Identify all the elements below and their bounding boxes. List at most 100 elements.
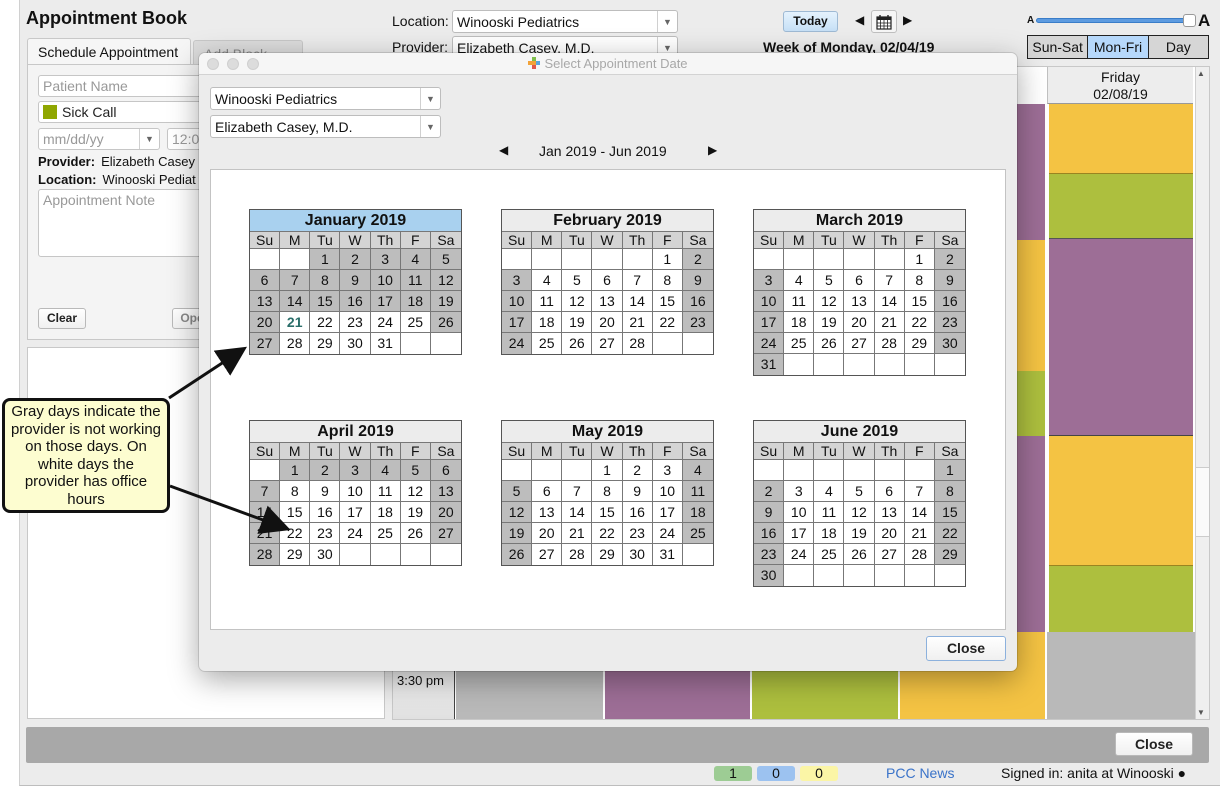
day-cell-available[interactable]: 30 [340,333,371,354]
day-cell-available[interactable]: 6 [592,270,623,291]
day-cell-available[interactable]: 20 [592,312,623,333]
day-cell-unavailable[interactable]: 29 [934,544,965,565]
dialog-close-button[interactable]: Close [926,636,1006,661]
day-cell-unavailable[interactable]: 30 [934,333,965,354]
day-cell-unavailable[interactable]: 5 [502,481,533,502]
date-dropdown-icon[interactable]: ▼ [139,129,159,149]
day-cell-unavailable[interactable]: 2 [754,481,785,502]
day-cell-available[interactable]: 23 [340,312,371,333]
day-cell-unavailable[interactable]: 30 [754,565,785,586]
day-cell-available[interactable]: 13 [844,291,875,312]
today-button[interactable]: Today [783,11,838,32]
dialog-titlebar[interactable]: Select Appointment Date [199,53,1017,75]
day-cell-available[interactable]: 25 [370,523,401,544]
day-cell-unavailable[interactable]: 27 [430,523,461,544]
day-cell-available[interactable]: 21 [280,312,311,333]
day-cell-available[interactable]: 11 [532,291,563,312]
day-cell-unavailable[interactable]: 12 [502,502,533,523]
day-cell-unavailable[interactable]: 3 [754,270,785,291]
day-cell-available[interactable]: 10 [784,502,815,523]
day-cell-unavailable[interactable]: 16 [340,291,371,312]
day-cell-unavailable[interactable]: 5 [430,249,461,270]
day-cell-unavailable[interactable]: 8 [310,270,341,291]
view-mode-day[interactable]: Day [1149,36,1208,58]
day-cell-unavailable[interactable]: 31 [754,354,785,375]
day-cell-unavailable[interactable]: 20 [430,502,461,523]
location-select[interactable]: Winooski Pediatrics ▼ [452,10,678,33]
day-cell-unavailable[interactable]: 17 [754,312,785,333]
day-cell-unavailable[interactable]: 1 [310,249,341,270]
day-cell-available[interactable]: 12 [400,481,431,502]
day-cell-available[interactable]: 12 [844,502,875,523]
clear-button[interactable]: Clear [38,308,86,329]
day-cell-available[interactable]: 5 [562,270,593,291]
day-cell-available[interactable]: 15 [592,502,623,523]
day-cell-available[interactable]: 16 [310,502,341,523]
day-cell-available[interactable]: 14 [874,291,905,312]
day-cell-available[interactable]: 22 [280,523,311,544]
day-cell-available[interactable]: 18 [370,502,401,523]
appointment-block[interactable] [1049,436,1193,566]
day-cell-available[interactable]: 11 [814,502,845,523]
day-cell-available[interactable]: 29 [904,333,935,354]
day-cell-unavailable[interactable]: 9 [934,270,965,291]
day-cell-available[interactable]: 21 [622,312,653,333]
pcc-news-link[interactable]: PCC News [886,765,954,781]
day-cell-available[interactable]: 27 [592,333,623,354]
day-cell-available[interactable]: 19 [814,312,845,333]
day-cell-unavailable[interactable]: 2 [682,249,713,270]
scrollbar-thumb[interactable] [1196,467,1209,537]
day-cell-available[interactable]: 9 [310,481,341,502]
day-cell-available[interactable]: 3 [784,481,815,502]
font-size-slider[interactable] [1036,18,1186,23]
day-cell-available[interactable]: 9 [622,481,653,502]
day-cell-available[interactable]: 26 [400,523,431,544]
day-cell-available[interactable]: 7 [562,481,593,502]
day-cell-unavailable[interactable]: 24 [502,333,533,354]
zoom-window-icon[interactable] [247,58,259,70]
day-cell-available[interactable]: 15 [280,502,311,523]
day-cell-available[interactable]: 4 [814,481,845,502]
day-cell-unavailable[interactable]: 14 [280,291,311,312]
day-cell-unavailable[interactable]: 1 [280,460,311,481]
day-cell-available[interactable]: 26 [844,544,875,565]
day-cell-available[interactable]: 20 [532,523,563,544]
day-cell-unavailable[interactable]: 10 [502,291,533,312]
day-cell-available[interactable]: 24 [652,523,683,544]
day-cell-available[interactable]: 30 [622,544,653,565]
previous-range-icon[interactable]: ◀ [499,143,508,157]
dialog-provider-select[interactable]: Elizabeth Casey, M.D. ▼ [210,115,441,138]
day-cell-available[interactable]: 15 [652,291,683,312]
day-cell-unavailable[interactable]: 28 [250,544,281,565]
day-cell-unavailable[interactable]: 9 [340,270,371,291]
tab-schedule-appointment[interactable]: Schedule Appointment [27,38,191,64]
day-cell-available[interactable]: 1 [904,249,935,270]
day-cell-unavailable[interactable]: 27 [250,333,281,354]
day-cell-available[interactable]: 14 [622,291,653,312]
day-cell-unavailable[interactable]: 11 [682,481,713,502]
day-cell-unavailable[interactable]: 1 [934,460,965,481]
day-cell-unavailable[interactable]: 2 [340,249,371,270]
appointment-block[interactable] [605,665,750,719]
day-cell-unavailable[interactable]: 7 [250,481,281,502]
day-cell-available[interactable]: 13 [592,291,623,312]
day-cell-available[interactable]: 21 [874,312,905,333]
next-week-icon[interactable]: ▶ [903,13,912,27]
day-cell-available[interactable]: 21 [562,523,593,544]
day-cell-available[interactable]: 29 [592,544,623,565]
scroll-down-icon[interactable]: ▼ [1197,708,1205,717]
day-cell-available[interactable]: 4 [784,270,815,291]
day-cell-unavailable[interactable]: 2 [934,249,965,270]
day-cell-available[interactable]: 2 [622,460,653,481]
view-mode-sun-sat[interactable]: Sun-Sat [1028,36,1089,58]
day-cell-available[interactable]: 17 [784,523,815,544]
day-cell-unavailable[interactable]: 4 [682,460,713,481]
day-cell-available[interactable]: 17 [340,502,371,523]
close-app-button[interactable]: Close [1115,732,1193,756]
appointment-block[interactable] [1017,371,1045,436]
appointment-block[interactable] [752,665,898,719]
status-badge-blue[interactable]: 0 [757,766,795,781]
day-cell-unavailable[interactable]: 14 [250,502,281,523]
day-cell-unavailable[interactable]: 15 [934,502,965,523]
day-cell-unavailable[interactable]: 23 [754,544,785,565]
